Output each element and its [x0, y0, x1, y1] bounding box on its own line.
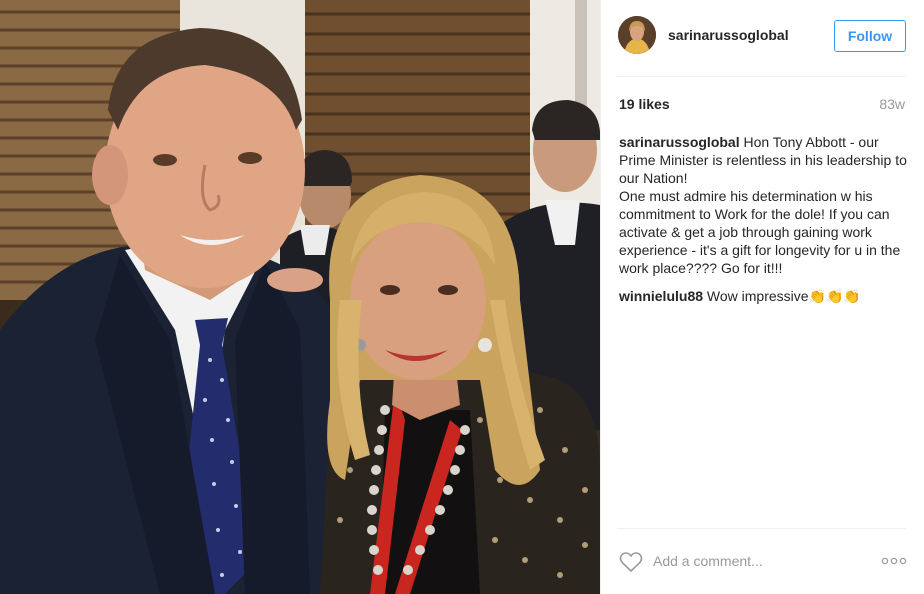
post-photo[interactable] — [0, 0, 600, 594]
post-sidebar: sarinarussoglobal Follow 19 likes 83w sa… — [600, 0, 924, 594]
add-comment-input[interactable] — [653, 549, 868, 573]
clapping-emoji: 👏👏👏 — [808, 288, 861, 304]
more-options-icon[interactable] — [881, 555, 907, 567]
comment-username[interactable]: winnielulu88 — [619, 288, 703, 304]
heart-outline-icon[interactable] — [619, 551, 643, 573]
caption-username[interactable]: sarinarussoglobal — [619, 134, 740, 150]
comment-item: winnielulu88 Wow impressive👏👏👏 — [619, 287, 911, 305]
post-header: sarinarussoglobal Follow — [601, 0, 924, 76]
header-divider — [617, 76, 906, 77]
header-username[interactable]: sarinarussoglobal — [668, 27, 789, 43]
caption-text: Hon Tony Abbott - our Prime Minister is … — [619, 134, 907, 276]
caption: sarinarussoglobal Hon Tony Abbott - our … — [619, 133, 911, 277]
footer-divider — [617, 528, 906, 529]
avatar-image — [618, 16, 656, 54]
photo-illustration — [0, 0, 600, 594]
comments-list: sarinarussoglobal Hon Tony Abbott - our … — [619, 133, 911, 315]
post-age[interactable]: 83w — [879, 96, 905, 112]
comment-text: Wow impressive — [706, 288, 809, 304]
likes-count[interactable]: 19 likes — [619, 96, 670, 112]
avatar[interactable] — [618, 16, 656, 54]
follow-button[interactable]: Follow — [834, 20, 906, 52]
